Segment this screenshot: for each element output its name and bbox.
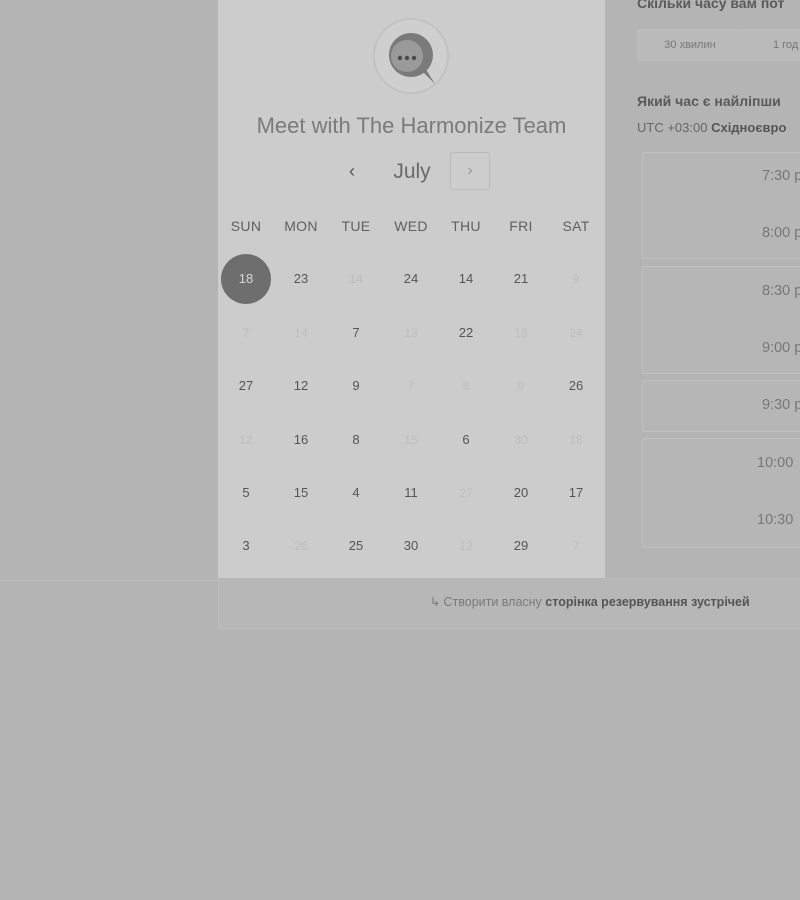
calendar-day: 7: [242, 326, 250, 340]
selected-day[interactable]: 18: [221, 254, 271, 304]
calendar-card: Meet with The Harmonize Team ‹ July › SU…: [218, 0, 605, 578]
footer-link-prefix: Створити власну: [443, 595, 542, 609]
time-slot[interactable]: 10:00: [757, 455, 800, 475]
calendar-day: 7: [572, 539, 580, 553]
month-label: July: [393, 160, 431, 183]
calendar-day[interactable]: 24: [386, 254, 436, 304]
calendar-day: 7: [407, 379, 415, 393]
calendar-day: 12: [459, 539, 473, 553]
timezone-offset: UTC +03:00: [637, 120, 708, 135]
calendar-day[interactable]: 16: [276, 415, 326, 465]
calendar-day[interactable]: 11: [386, 468, 436, 518]
calendar-day[interactable]: 20: [496, 468, 546, 518]
calendar-day[interactable]: 3: [221, 521, 271, 571]
weekday-label: MON: [284, 218, 318, 234]
calendar-day[interactable]: 25: [331, 521, 381, 571]
calendar-day[interactable]: 29: [496, 521, 546, 571]
calendar-day[interactable]: 30: [386, 521, 436, 571]
calendar-day: 14: [294, 326, 308, 340]
weekday-label: SUN: [230, 218, 262, 234]
calendar-day: 8: [462, 379, 470, 393]
calendar-day[interactable]: 27: [221, 361, 271, 411]
calendar-day[interactable]: 21: [496, 254, 546, 304]
timezone-name: Східноєвро: [711, 120, 787, 135]
arrow-icon: ↳: [430, 595, 441, 609]
time-slot[interactable]: 8:30 р: [762, 283, 800, 303]
weekday-label: SAT: [562, 218, 590, 234]
time-slot[interactable]: 7:30 р: [762, 168, 800, 188]
timezone-label: UTC +03:00 Східноєвро: [637, 120, 786, 135]
prev-month-button[interactable]: ‹: [341, 158, 363, 184]
calendar-day: 19: [514, 326, 528, 340]
calendar-day[interactable]: 6: [441, 415, 491, 465]
calendar-day[interactable]: 14: [441, 254, 491, 304]
calendar-day[interactable]: 17: [551, 468, 601, 518]
weekday-label: FRI: [509, 218, 533, 234]
weekday-label: THU: [451, 218, 481, 234]
calendar-day: 9: [572, 272, 580, 286]
calendar-day: 14: [349, 272, 363, 286]
calendar-day[interactable]: 15: [276, 468, 326, 518]
calendar-day: 30: [514, 433, 528, 447]
next-month-button[interactable]: ›: [450, 152, 490, 190]
calendar-day[interactable]: 5: [221, 468, 271, 518]
calendar-day: 24: [569, 326, 583, 340]
calendar-day: 13: [404, 326, 418, 340]
duration-selector: 30 хвилин 1 год: [637, 29, 800, 61]
create-booking-page-link[interactable]: ↳ Створити власну сторінка резервування з…: [430, 594, 750, 609]
calendar-day: 12: [239, 433, 253, 447]
chat-bubble-icon: [373, 18, 449, 94]
booking-page: ↳ Створити власну сторінка резервування з…: [0, 0, 800, 900]
page-title: Meet with The Harmonize Team: [256, 113, 567, 138]
calendar-day[interactable]: 26: [551, 361, 601, 411]
calendar-day[interactable]: 12: [276, 361, 326, 411]
duration-option-1h[interactable]: 1 год: [743, 30, 800, 60]
calendar-day[interactable]: 22: [441, 308, 491, 358]
calendar-day[interactable]: 7: [331, 308, 381, 358]
calendar-day[interactable]: 4: [331, 468, 381, 518]
calendar-day[interactable]: 8: [331, 415, 381, 465]
time-slot[interactable]: 9:30 р: [762, 397, 800, 417]
time-slot[interactable]: 8:00 р: [762, 225, 800, 245]
weekday-label: TUE: [341, 218, 371, 234]
duration-option-30min[interactable]: 30 хвилин: [638, 30, 743, 60]
time-slot[interactable]: 10:30: [757, 512, 800, 532]
footer-divider: [0, 580, 218, 581]
weekday-label: WED: [394, 218, 428, 234]
duration-question: Скільки часу вам пот: [637, 0, 785, 11]
footer-link-bold: сторінка резервування зустрічей: [545, 595, 750, 609]
time-slot[interactable]: 9:00 р: [762, 340, 800, 360]
calendar-day: 27: [459, 486, 473, 500]
calendar-day: 18: [569, 433, 583, 447]
time-question: Який час є найліпши: [637, 93, 781, 109]
calendar-day[interactable]: 23: [276, 254, 326, 304]
calendar-day: 26: [294, 539, 308, 553]
calendar-day: 15: [404, 433, 418, 447]
calendar-day: 9: [517, 379, 525, 393]
calendar-day[interactable]: 9: [331, 361, 381, 411]
